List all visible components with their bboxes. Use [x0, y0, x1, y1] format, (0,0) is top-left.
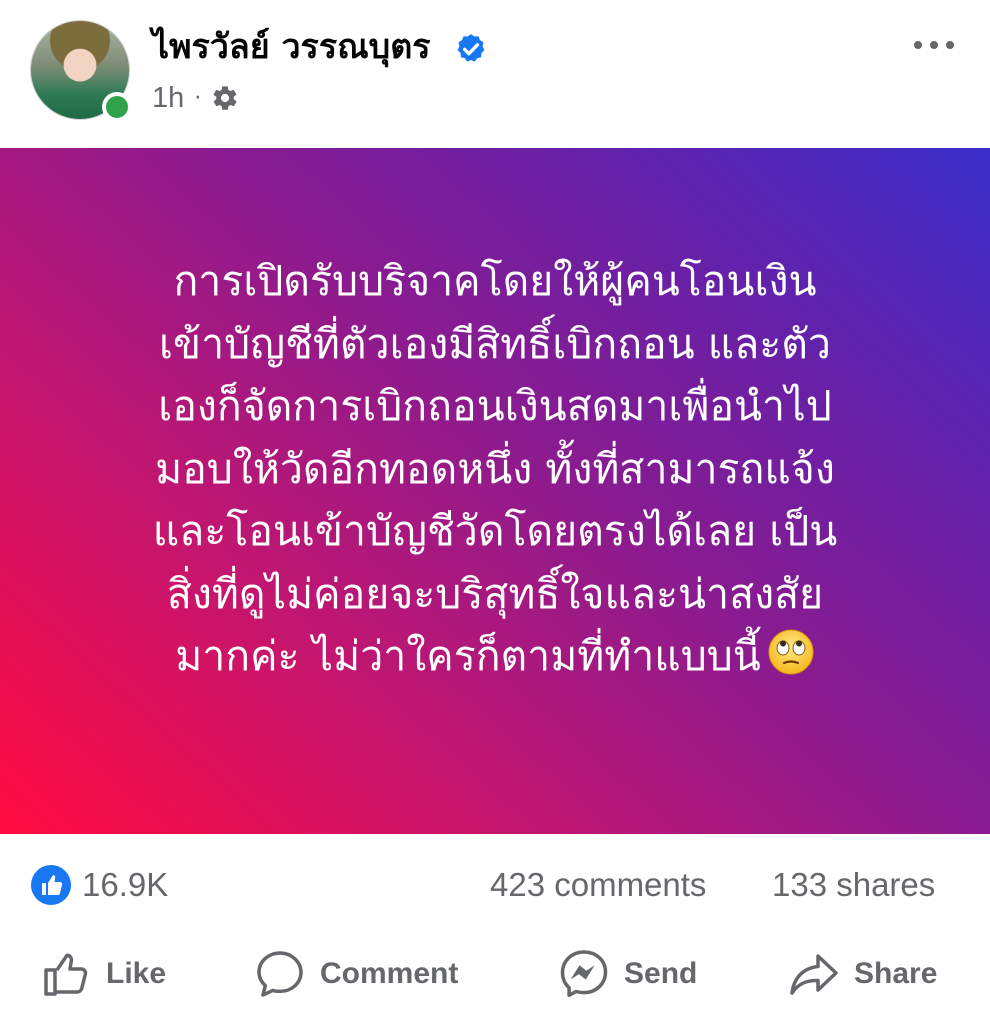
- messenger-icon: [560, 950, 608, 998]
- post-content: การเปิดรับบริจาคโดยให้ผู้คนโอนเงิน เข้าบ…: [70, 250, 920, 688]
- more-options-icon[interactable]: [912, 34, 956, 56]
- shares-count[interactable]: 133 shares: [772, 864, 935, 906]
- like-button[interactable]: Like: [40, 944, 166, 1004]
- author-name[interactable]: ไพรวัลย์ วรรณบุตร: [152, 24, 431, 70]
- comment-label: Comment: [320, 957, 459, 990]
- share-button[interactable]: Share: [788, 944, 937, 1004]
- post-actions: Like Comment Send Share: [0, 934, 990, 1024]
- verified-badge-icon: [457, 34, 485, 62]
- post-timestamp[interactable]: 1h: [152, 82, 184, 115]
- send-button[interactable]: Send: [558, 944, 697, 1004]
- send-label: Send: [624, 957, 698, 990]
- gear-icon[interactable]: [211, 84, 239, 112]
- like-reaction-icon[interactable]: [30, 864, 72, 906]
- meta-separator: ·: [194, 85, 202, 111]
- like-count[interactable]: 16.9K: [82, 864, 168, 906]
- share-label: Share: [854, 957, 938, 990]
- post-header: ไพรวัลย์ วรรณบุตร 1h ·: [0, 0, 990, 148]
- author-avatar-wrapper[interactable]: [30, 20, 132, 122]
- thumbs-up-icon: [44, 953, 88, 996]
- online-status-indicator: [102, 92, 132, 122]
- share-arrow-icon: [790, 954, 838, 995]
- like-label: Like: [106, 957, 167, 990]
- post-text: การเปิดรับบริจาคโดยให้ผู้คนโอนเงิน เข้าบ…: [152, 257, 838, 680]
- post-meta: 1h ·: [152, 78, 239, 118]
- post-stats: 16.9K 423 comments 133 shares: [0, 834, 990, 934]
- comment-bubble-icon: [257, 951, 303, 997]
- eye-roll-emoji-icon: [768, 629, 814, 675]
- comments-count[interactable]: 423 comments: [490, 864, 706, 906]
- comment-button[interactable]: Comment: [254, 944, 458, 1004]
